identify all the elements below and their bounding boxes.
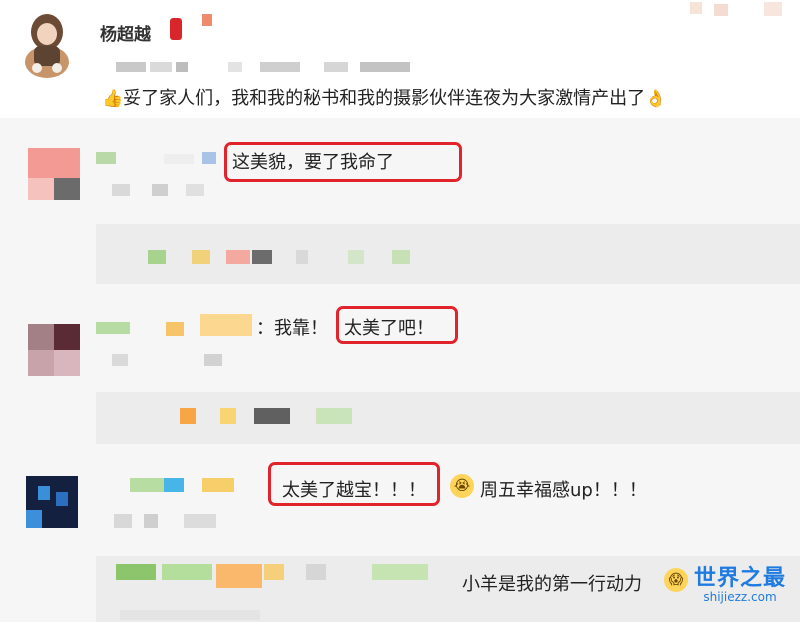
highlight-box-3 [268,462,440,506]
header-blur-decoration [690,2,790,18]
highlight-box-2 [336,306,458,344]
highlight-box-1 [224,142,462,182]
reply-box-2[interactable] [96,392,800,444]
comment-meta-blurred-3 [114,514,224,528]
weibo-post: 杨超越 👍妥了家人们，我和我的秘书和我的摄影伙伴连夜为大家激情产出了👌 [0,0,800,118]
comment-prefix-2: ：我靠！ [256,318,328,339]
reply-text-last: 小羊是我的第一行动力 [462,574,642,595]
commenter-avatar-3[interactable] [26,476,78,528]
comment-text-3-after: 周五幸福感up！！！ [480,480,647,501]
comments-section: : 这美貌，要了我命了 ：我靠！ 太美了吧！ 太美了越宝！！！ 😭 周五幸福感u… [0,118,800,622]
post-content: 👍妥了家人们，我和我的秘书和我的摄影伙伴连夜为大家激情产出了👌 [102,84,666,110]
screaming-face-icon: 😱 [664,568,688,592]
author-avatar[interactable] [22,6,72,80]
crying-face-icon: 😭 [450,474,474,498]
commenter-name-blurred-3[interactable] [130,478,260,494]
reply-box-1[interactable] [96,224,800,284]
author-name[interactable]: 杨超越 [100,20,151,45]
commenter-name-blurred-2[interactable] [96,314,256,338]
site-watermark: 世界之最 shijiezz.com [694,560,786,604]
watermark-url: shijiezz.com [703,590,777,604]
comment-meta-blurred-2 [112,354,252,366]
watermark-title: 世界之最 [693,566,786,591]
post-meta-blurred [116,62,416,72]
post-text: 妥了家人们，我和我的秘书和我的摄影伙伴连夜为大家激情产出了 [123,88,646,109]
commenter-avatar-1[interactable] [28,148,80,200]
comment-meta-blurred-1 [112,184,232,196]
ok-hand-icon: 👌 [645,89,667,109]
vip-badge-icon [170,18,182,40]
thumbs-up-icon: 👍 [102,89,124,109]
commenter-avatar-2[interactable] [28,324,80,376]
commenter-name-blurred-1[interactable] [96,152,226,166]
level-icon [202,14,212,26]
